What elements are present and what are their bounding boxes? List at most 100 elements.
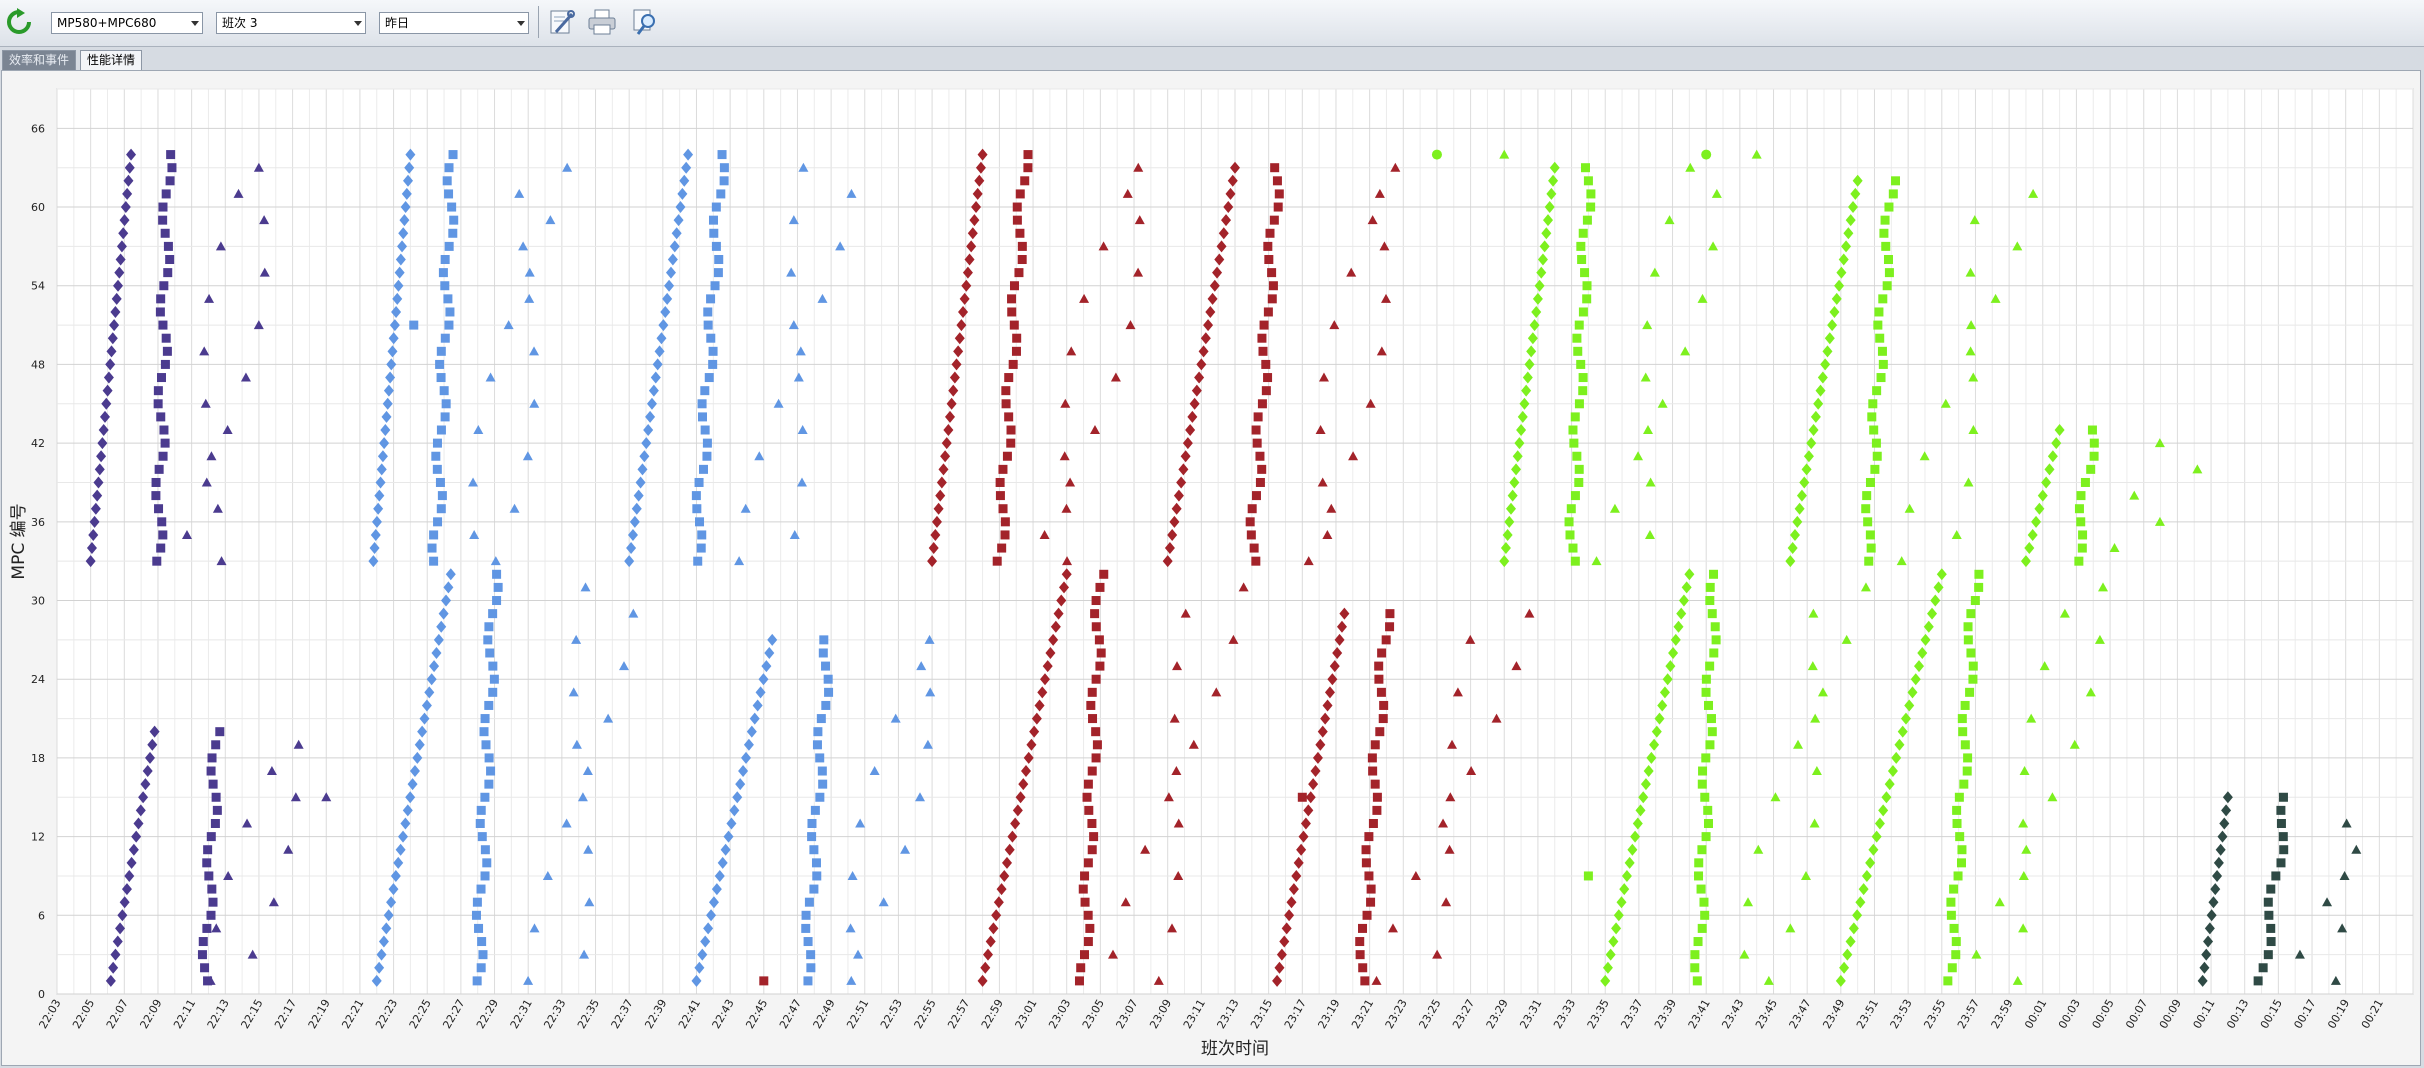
data-point-square xyxy=(436,373,446,383)
data-point-square xyxy=(1089,832,1099,842)
data-point-square xyxy=(202,858,212,868)
x-tick-label: 22:33 xyxy=(541,997,568,1031)
data-point-square xyxy=(1001,399,1011,409)
data-point-square xyxy=(1006,438,1016,448)
data-point-square xyxy=(484,779,494,789)
data-point-square xyxy=(697,530,707,540)
data-point-square xyxy=(1259,320,1269,330)
data-point-square xyxy=(703,307,713,317)
data-point-square xyxy=(1954,792,1964,802)
data-point-square xyxy=(1023,150,1033,160)
data-point-square xyxy=(801,923,811,933)
data-point-square xyxy=(197,950,207,960)
data-point-square xyxy=(1012,202,1022,212)
y-tick-label: 60 xyxy=(31,201,45,214)
data-point-square xyxy=(1246,530,1256,540)
settings-tool-icon xyxy=(550,10,575,34)
data-point-square xyxy=(471,910,481,920)
x-tick-label: 00:07 xyxy=(2123,997,2150,1031)
data-point-square xyxy=(2089,438,2099,448)
data-point-square xyxy=(1015,228,1025,238)
data-point-square xyxy=(2078,530,2088,540)
data-point-square xyxy=(1574,477,1584,487)
data-point-square xyxy=(162,346,172,356)
x-tick-label: 23:55 xyxy=(1921,997,1948,1031)
data-point-square xyxy=(1960,740,1970,750)
data-point-square xyxy=(692,504,702,514)
data-point-square xyxy=(1863,517,1873,527)
data-point-square xyxy=(432,438,442,448)
machine-select[interactable]: MP580+MPC680 xyxy=(51,12,203,34)
x-tick-label: 00:19 xyxy=(2325,997,2352,1031)
data-point-square xyxy=(211,792,221,802)
data-point-square xyxy=(1701,832,1711,842)
data-point-square xyxy=(1251,491,1261,501)
x-tick-label: 23:47 xyxy=(1787,997,1814,1031)
x-axis-title: 班次时间 xyxy=(1201,1039,1269,1059)
x-tick-label: 22:15 xyxy=(238,997,265,1031)
data-point-square xyxy=(1690,963,1700,973)
print-button[interactable] xyxy=(585,5,619,39)
data-point-square xyxy=(1565,530,1575,540)
data-point-square xyxy=(1574,464,1584,474)
data-point-square xyxy=(479,727,489,737)
data-point-square xyxy=(1697,779,1707,789)
data-point-square xyxy=(806,963,816,973)
data-point-square xyxy=(1001,386,1011,396)
tab-efficiency-events[interactable]: 效率和事件 xyxy=(2,50,77,70)
data-point-square xyxy=(1009,281,1019,291)
data-point-square xyxy=(440,255,450,265)
y-tick-label: 12 xyxy=(31,831,45,844)
data-point-square xyxy=(697,412,707,422)
data-point-square xyxy=(1876,373,1886,383)
y-tick-label: 18 xyxy=(31,752,45,765)
data-point-square xyxy=(160,359,170,369)
data-point-square xyxy=(1263,373,1273,383)
data-point-square xyxy=(1257,333,1267,343)
x-tick-label: 23:39 xyxy=(1652,997,1679,1031)
data-point-square xyxy=(1007,294,1017,304)
shift-select[interactable]: 班次 3 xyxy=(216,12,366,34)
settings-button[interactable] xyxy=(545,5,579,39)
data-point-square xyxy=(821,700,831,710)
data-point-square xyxy=(1368,818,1378,828)
tab-performance-details[interactable]: 性能详情 xyxy=(80,50,143,70)
data-point-square xyxy=(2279,845,2289,855)
data-point-square xyxy=(1002,451,1012,461)
data-point-square xyxy=(1966,609,1976,619)
data-point-square xyxy=(206,910,216,920)
refresh-button[interactable] xyxy=(2,5,36,39)
data-point-square xyxy=(1084,805,1094,815)
data-point-square xyxy=(1872,451,1882,461)
data-point-square xyxy=(1378,714,1388,724)
data-point-square xyxy=(2266,937,2276,947)
data-point-square xyxy=(1957,714,1967,724)
data-point-square xyxy=(1014,268,1024,278)
data-point-square xyxy=(436,346,446,356)
data-point-square xyxy=(1583,871,1593,881)
data-point-square xyxy=(816,714,826,724)
data-point-square xyxy=(1270,163,1280,173)
data-point-square xyxy=(1881,241,1891,251)
data-point-square xyxy=(1710,622,1720,632)
data-point-square xyxy=(809,884,819,894)
toolbar-separator xyxy=(538,6,539,38)
data-point-square xyxy=(151,491,161,501)
x-tick-label: 22:13 xyxy=(205,997,232,1031)
data-point-square xyxy=(714,255,724,265)
data-point-square xyxy=(818,648,828,658)
data-point-square xyxy=(804,897,814,907)
data-point-square xyxy=(1573,346,1583,356)
zoom-button[interactable] xyxy=(629,5,663,39)
data-point-square xyxy=(1095,661,1105,671)
x-tick-label: 23:21 xyxy=(1349,997,1376,1031)
data-point-square xyxy=(2086,464,2096,474)
data-point-square xyxy=(1564,517,1574,527)
data-point-square xyxy=(1247,504,1257,514)
data-point-square xyxy=(1965,687,1975,697)
data-point-square xyxy=(1012,215,1022,225)
day-select[interactable]: 昨日 xyxy=(379,12,529,34)
data-point-square xyxy=(472,976,482,986)
data-point-square xyxy=(2253,976,2263,986)
data-point-square xyxy=(1582,281,1592,291)
